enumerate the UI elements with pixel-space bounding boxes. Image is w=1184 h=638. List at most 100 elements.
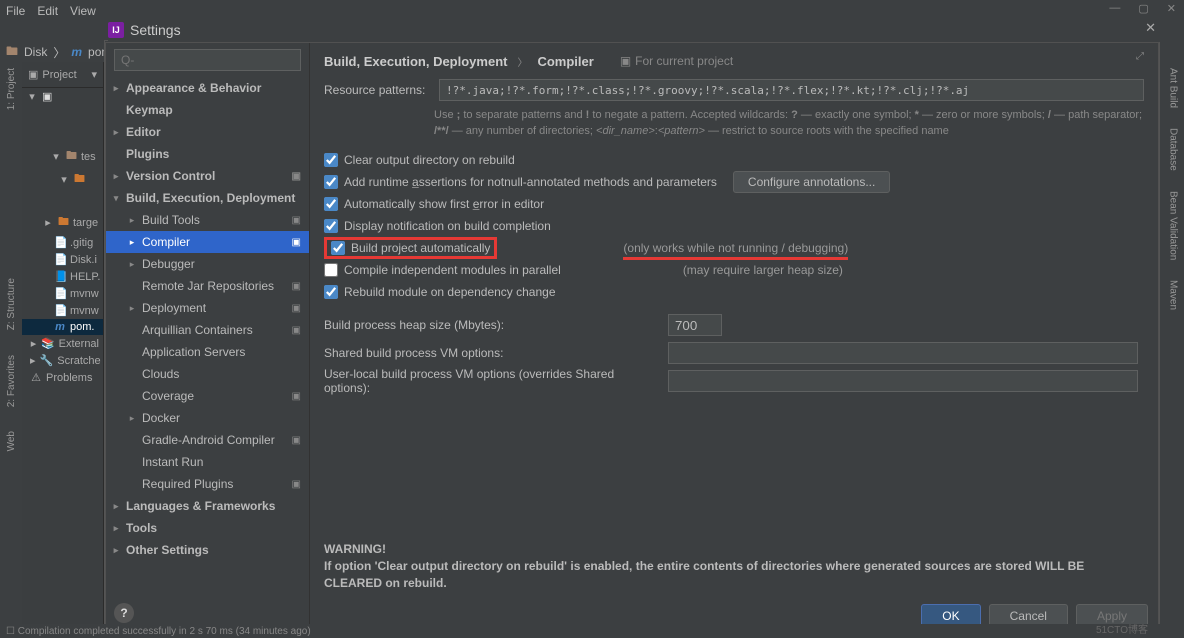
menu-file[interactable]: File (6, 4, 25, 18)
right-tool-rail: Ant Build Database Bean Validation Maven (1162, 62, 1184, 624)
chk-clear-output-row: Clear output directory on rebuild (324, 149, 1144, 171)
tab-favorites[interactable]: 2: Favorites (6, 355, 17, 407)
nav-build-tools[interactable]: ▸Build Tools▣ (106, 209, 309, 231)
userlocal-vm-input[interactable] (668, 370, 1138, 392)
tree-row[interactable]: ▾🖿 (22, 168, 103, 191)
status-text: Compilation completed successfully in 2 … (18, 626, 311, 637)
chk-assertions-label: Add runtime assertions for notnull-annot… (344, 175, 717, 189)
tab-database[interactable]: Database (1168, 128, 1179, 171)
highlight-build-auto: Build project automatically (324, 237, 497, 259)
project-header-label: Project (42, 69, 76, 81)
chk-rebuild-dep[interactable] (324, 285, 338, 299)
userlocal-vm-label: User-local build process VM options (ove… (324, 367, 656, 395)
chk-build-auto[interactable] (331, 241, 345, 255)
breadcrumb: 🖿 Disk 〉 m pom (6, 42, 111, 62)
ide-logo-icon: IJ (108, 22, 124, 38)
tab-web[interactable]: Web (6, 431, 17, 451)
tab-structure[interactable]: Z: Structure (6, 278, 17, 330)
close-window-icon[interactable]: ✕ (1167, 2, 1176, 15)
breadcrumb-sep: 〉 (53, 44, 65, 61)
resource-hint: Use ; to separate patterns and ! to nega… (434, 107, 1144, 139)
nav-compiler[interactable]: ▸Compiler▣ (106, 231, 309, 253)
nav-appearance[interactable]: ▸Appearance & Behavior (106, 77, 309, 99)
chk-assertions[interactable] (324, 175, 338, 189)
nav-build[interactable]: ▾Build, Execution, Deployment (106, 187, 309, 209)
resource-patterns-input[interactable] (439, 79, 1144, 101)
note-parallel: (may require larger heap size) (683, 263, 843, 277)
nav-keymap[interactable]: Keymap (106, 99, 309, 121)
chk-clear-output-label: Clear output directory on rebuild (344, 153, 515, 167)
menu-view[interactable]: View (70, 4, 96, 18)
nav-docker[interactable]: ▸Docker (106, 407, 309, 429)
close-icon[interactable]: ✕ (1145, 20, 1156, 36)
settings-nav-tree: ▸Appearance & Behavior Keymap ▸Editor Pl… (106, 77, 309, 598)
nav-remote-jar[interactable]: Remote Jar Repositories▣ (106, 275, 309, 297)
dialog-title: Settings (130, 22, 181, 38)
tab-ant[interactable]: Ant Build (1168, 68, 1179, 108)
project-tool-window: ▣ Project ▾ ▾▣ ▾🖿tes ▾🖿 ▸🖿targe 📄.gitig … (22, 62, 104, 624)
nav-debugger[interactable]: ▸Debugger (106, 253, 309, 275)
tree-row[interactable]: 📄.gitig (22, 234, 103, 251)
shared-vm-label: Shared build process VM options: (324, 346, 656, 360)
tree-row[interactable]: ▾▣ (22, 88, 103, 105)
tree-row[interactable]: ▸🔧Scratche (22, 352, 103, 369)
left-tool-rail: 1: Project Z: Structure 2: Favorites Web (0, 62, 22, 624)
settings-nav: ▸Appearance & Behavior Keymap ▸Editor Pl… (106, 43, 310, 628)
tree-row[interactable]: 📄mvnw (22, 302, 103, 319)
chk-build-auto-label: Build project automatically (351, 241, 490, 255)
chevron-right-icon: 〉 (517, 54, 527, 69)
status-bar: ☐ Compilation completed successfully in … (0, 624, 1184, 638)
nav-required-plugins[interactable]: Required Plugins▣ (106, 473, 309, 495)
tree-row[interactable]: ▾🖿tes (22, 145, 103, 168)
heap-size-input[interactable] (668, 314, 722, 336)
nav-gradle-android[interactable]: Gradle-Android Compiler▣ (106, 429, 309, 451)
nav-coverage[interactable]: Coverage▣ (106, 385, 309, 407)
nav-editor[interactable]: ▸Editor (106, 121, 309, 143)
tab-project[interactable]: 1: Project (6, 68, 17, 110)
project-header-icon: ▣ (28, 68, 38, 81)
help-icon[interactable]: ? (114, 603, 134, 623)
status-icon: ☐ (6, 626, 15, 637)
nav-clouds[interactable]: Clouds (106, 363, 309, 385)
chk-notify-label: Display notification on build completion (344, 219, 551, 233)
tree-row[interactable]: 📘HELP. (22, 268, 103, 285)
scope-note: ▣For current project (620, 54, 733, 68)
tree-row[interactable]: ▸🖿targe (22, 211, 103, 234)
tab-maven[interactable]: Maven (1168, 280, 1179, 310)
tree-row[interactable]: ▸📚External (22, 335, 103, 352)
nav-tools[interactable]: ▸Tools (106, 517, 309, 539)
tree-row[interactable]: 📄mvnw (22, 285, 103, 302)
nav-instant-run[interactable]: Instant Run (106, 451, 309, 473)
breadcrumb-root[interactable]: Disk (24, 45, 47, 59)
chk-notify[interactable] (324, 219, 338, 233)
nav-app-servers[interactable]: Application Servers (106, 341, 309, 363)
tab-bean[interactable]: Bean Validation (1168, 191, 1179, 260)
maximize-icon[interactable]: ▢ (1138, 2, 1148, 15)
nav-languages[interactable]: ▸Languages & Frameworks (106, 495, 309, 517)
expand-icon[interactable]: ⤢ (1136, 51, 1144, 62)
nav-plugins[interactable]: Plugins (106, 143, 309, 165)
chk-autoshow[interactable] (324, 197, 338, 211)
minimize-icon[interactable]: — (1109, 2, 1120, 15)
nav-other[interactable]: ▸Other Settings (106, 539, 309, 561)
chk-clear-output[interactable] (324, 153, 338, 167)
tree-row[interactable]: 📄Disk.i (22, 251, 103, 268)
chk-rebuild-dep-label: Rebuild module on dependency change (344, 285, 556, 299)
problems-tab[interactable]: ⚠Problems (22, 369, 103, 386)
chk-parallel[interactable] (324, 263, 338, 277)
heap-size-label: Build process heap size (Mbytes): (324, 318, 656, 332)
crumb-parent[interactable]: Build, Execution, Deployment (324, 54, 507, 69)
menu-edit[interactable]: Edit (37, 4, 58, 18)
chevron-down-icon[interactable]: ▾ (91, 68, 97, 81)
warning-text: WARNING! If option 'Clear output directo… (324, 541, 1144, 592)
chk-rebuild-dep-row: Rebuild module on dependency change (324, 281, 1144, 303)
configure-annotations-button[interactable]: Configure annotations... (733, 171, 890, 193)
tree-row[interactable]: mpom. (22, 319, 103, 335)
settings-search-input[interactable] (114, 49, 301, 71)
project-header[interactable]: ▣ Project ▾ (22, 62, 103, 88)
nav-arquillian[interactable]: Arquillian Containers▣ (106, 319, 309, 341)
nav-vcs[interactable]: ▸Version Control▣ (106, 165, 309, 187)
nav-deployment[interactable]: ▸Deployment▣ (106, 297, 309, 319)
shared-vm-input[interactable] (668, 342, 1138, 364)
heap-size-row: Build process heap size (Mbytes): (324, 311, 1144, 339)
